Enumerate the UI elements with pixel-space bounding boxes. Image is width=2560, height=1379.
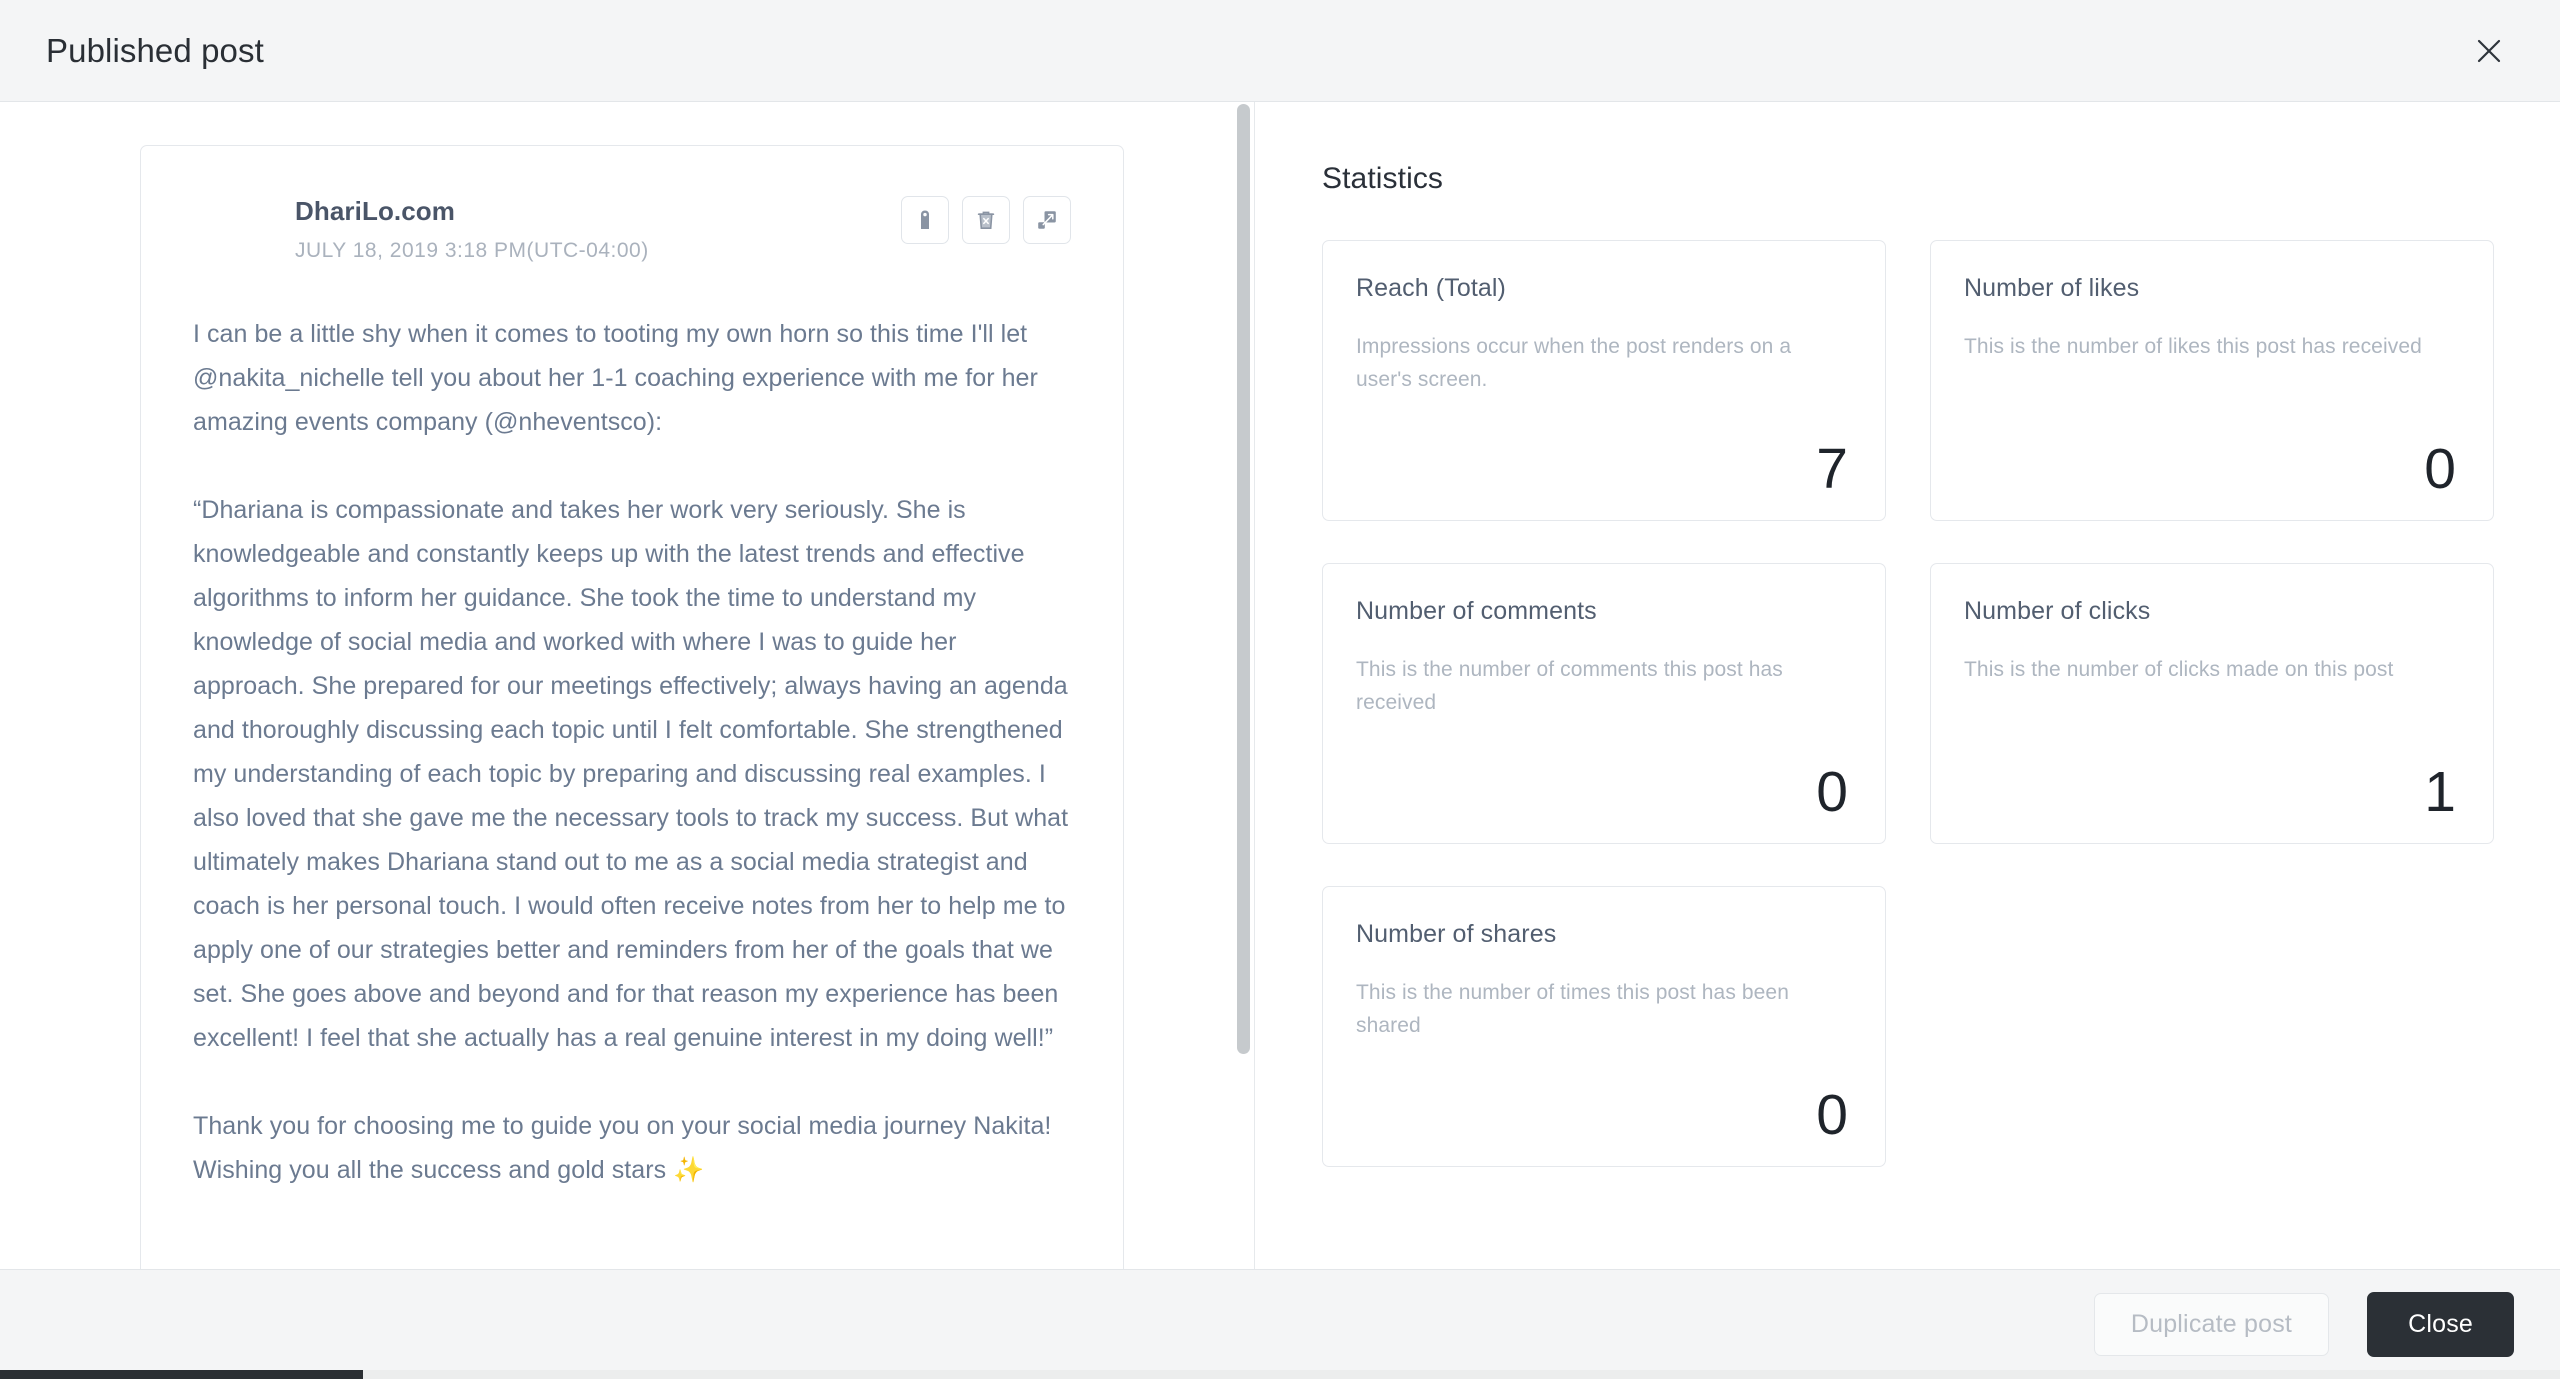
stat-label: Reach (Total) (1356, 274, 1506, 302)
statistics-title: Statistics (1322, 162, 1444, 195)
post-paragraph: Thank you for choosing me to guide you o… (193, 1112, 1052, 1184)
page-horizontal-scrollbar[interactable] (0, 1370, 2560, 1379)
stat-description: Impressions occur when the post renders … (1356, 335, 1792, 391)
scrollbar-thumb[interactable] (1237, 104, 1250, 1054)
stat-card-likes: Number of likes This is the number of li… (1930, 240, 2494, 521)
published-post-modal: Published post DhariLo.com JULY 18, 2019… (0, 0, 2560, 1379)
stat-value: 1 (2424, 760, 2456, 824)
tag-post-button[interactable] (901, 196, 949, 244)
post-date: JULY 18, 2019 3:18 PM(UTC-04:00) (295, 238, 649, 262)
avatar (193, 192, 265, 264)
stat-value: 0 (2424, 437, 2456, 501)
modal-footer: Duplicate post Close (0, 1269, 2560, 1379)
post-card: DhariLo.com JULY 18, 2019 3:18 PM(UTC-04… (140, 145, 1124, 1269)
close-button[interactable]: Close (2367, 1292, 2514, 1357)
stat-label: Number of likes (1964, 274, 2140, 302)
stat-label: Number of comments (1356, 597, 1597, 625)
post-body: I can be a little shy when it comes to t… (193, 312, 1071, 1192)
post-preview-pane: DhariLo.com JULY 18, 2019 3:18 PM(UTC-04… (0, 102, 1254, 1269)
statistics-pane: Statistics Reach (Total) Impressions occ… (1254, 102, 2560, 1269)
modal-header: Published post (0, 0, 2560, 102)
stat-description: This is the number of times this post ha… (1356, 981, 1789, 1037)
expand-preview-button[interactable] (1023, 196, 1071, 244)
stat-label: Number of clicks (1964, 597, 2151, 625)
pane-divider (1254, 102, 1255, 1269)
post-actions (901, 196, 1071, 244)
stat-card-comments: Number of comments This is the number of… (1322, 563, 1886, 844)
stat-card-clicks: Number of clicks This is the number of c… (1930, 563, 2494, 844)
tag-icon (914, 209, 936, 231)
stat-description: This is the number of likes this post ha… (1964, 335, 2422, 358)
post-paragraph: “Dhariana is compassionate and takes her… (193, 496, 1069, 1052)
close-icon[interactable] (2462, 24, 2516, 78)
stat-description: This is the number of clicks made on thi… (1964, 658, 2394, 681)
stat-value: 0 (1816, 760, 1848, 824)
post-header: DhariLo.com JULY 18, 2019 3:18 PM(UTC-04… (193, 192, 1071, 278)
delete-post-button[interactable] (962, 196, 1010, 244)
duplicate-post-button[interactable]: Duplicate post (2093, 1293, 2330, 1356)
statistics-grid: Reach (Total) Impressions occur when the… (1322, 240, 2494, 1167)
stat-value: 0 (1816, 1083, 1848, 1147)
scrollbar-thumb-horizontal[interactable] (0, 1370, 363, 1379)
modal-body: DhariLo.com JULY 18, 2019 3:18 PM(UTC-04… (0, 102, 2560, 1269)
post-preview-scrollbar[interactable] (1237, 104, 1250, 1269)
stat-description: This is the number of comments this post… (1356, 658, 1783, 714)
stat-card-reach: Reach (Total) Impressions occur when the… (1322, 240, 1886, 521)
post-author: DhariLo.com (295, 196, 456, 226)
post-meta: DhariLo.com JULY 18, 2019 3:18 PM(UTC-04… (295, 192, 649, 263)
stat-card-shares: Number of shares This is the number of t… (1322, 886, 1886, 1167)
stat-value: 7 (1816, 437, 1848, 501)
post-paragraph: I can be a little shy when it comes to t… (193, 320, 1038, 436)
expand-icon (1036, 209, 1058, 231)
delete-icon (975, 209, 997, 231)
page-title: Published post (46, 31, 264, 69)
stat-label: Number of shares (1356, 920, 1557, 948)
